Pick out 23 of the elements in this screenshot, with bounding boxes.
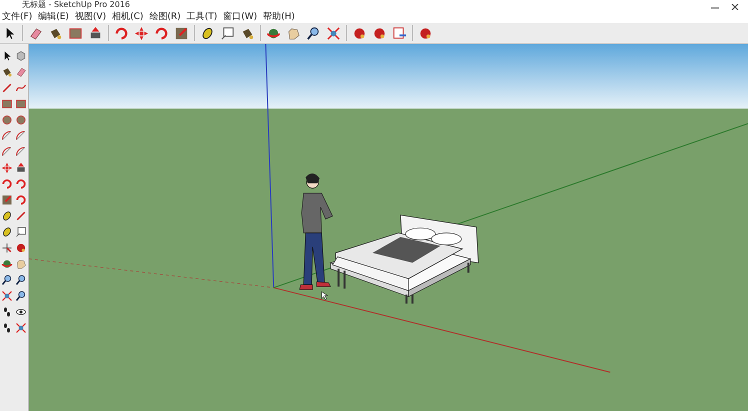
scale-icon[interactable]: [1, 194, 13, 206]
menu-item[interactable]: 绘图(R): [149, 10, 181, 23]
move-icon[interactable]: [1, 162, 13, 174]
move-icon[interactable]: [134, 26, 149, 40]
menu-item[interactable]: 帮助(H): [263, 10, 295, 23]
rectangle-icon[interactable]: [1, 98, 13, 110]
rectangle-icon[interactable]: [15, 98, 27, 110]
push-pull-icon[interactable]: [88, 26, 103, 40]
window-title: 无标题 - SketchUp Pro 2016: [21, 0, 130, 10]
menu-item[interactable]: 视图(V): [74, 10, 106, 23]
menu-item[interactable]: 窗口(W): [223, 10, 258, 23]
menu-item[interactable]: 工具(T): [186, 10, 218, 23]
menu-item[interactable]: 编辑(E): [38, 10, 69, 23]
walk-icon[interactable]: [1, 306, 13, 318]
scale-icon[interactable]: [174, 26, 189, 40]
menu-item[interactable]: 相机(C): [112, 10, 144, 23]
orbit-icon[interactable]: [1, 258, 13, 270]
mouse-cursor: [321, 291, 328, 300]
close-icon[interactable]: [730, 4, 740, 10]
push-pull-icon[interactable]: [15, 162, 27, 174]
eraser-icon[interactable]: [15, 66, 27, 78]
menu-item[interactable]: 文件(F): [2, 10, 32, 23]
footprints-icon[interactable]: [1, 322, 13, 334]
